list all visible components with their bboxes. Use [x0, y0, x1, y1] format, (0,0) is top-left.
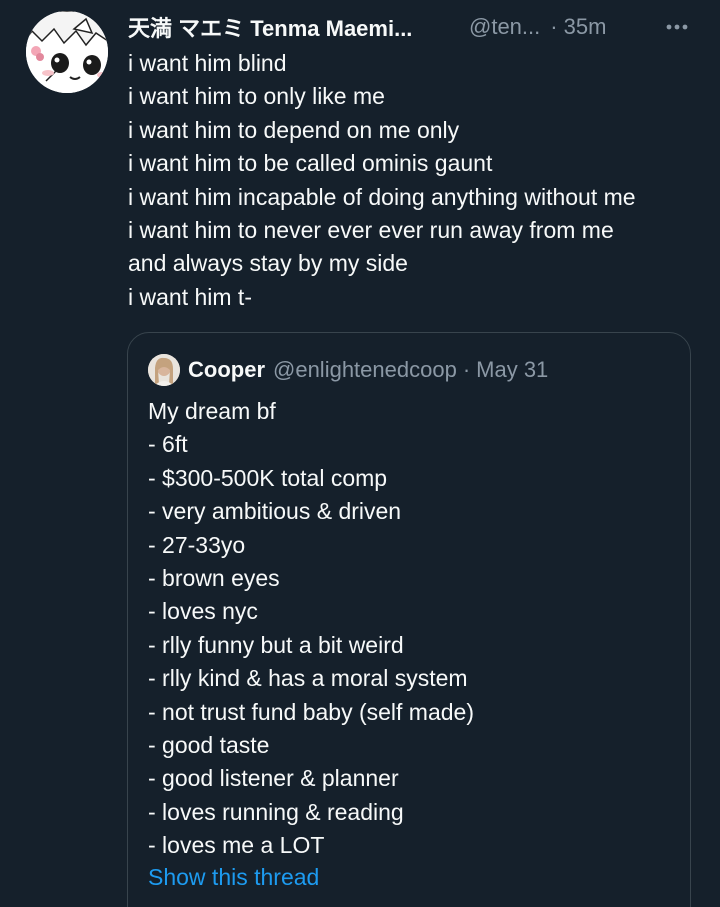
- anime-avatar-illustration: [26, 11, 108, 93]
- quoted-tweet-date[interactable]: May 31: [476, 357, 548, 383]
- quoted-author-avatar[interactable]: [148, 354, 180, 386]
- author-display-name[interactable]: 天満 マエミ Tenma Maemi...: [128, 11, 441, 43]
- more-options-button[interactable]: [660, 11, 694, 43]
- tweet-line: i want him t-: [128, 283, 252, 310]
- quote-line: - very ambitious & driven: [148, 498, 402, 525]
- quote-line: - loves nyc: [148, 598, 258, 625]
- separator-dot: ·: [462, 357, 471, 382]
- quote-line: - rlly funny but a bit weird: [148, 631, 404, 658]
- tweet-line: i want him to never ever ever run away f…: [128, 217, 614, 244]
- author-avatar[interactable]: [26, 11, 108, 93]
- tweet-header: 天満 マエミ Tenma Maemi... @ten... · 35m: [128, 11, 694, 43]
- photo-avatar: [148, 354, 180, 386]
- tweet-line: i want him blind: [128, 50, 287, 76]
- tweet-line: i want him to only like me: [128, 83, 385, 110]
- tweet-line: i want him to be called ominis gaunt: [128, 150, 493, 177]
- more-horizontal-icon: [666, 24, 688, 30]
- quoted-author-handle[interactable]: @enlightenedcoop: [273, 357, 457, 383]
- quote-line: - 6ft: [148, 431, 188, 458]
- quote-line: My dream bf: [148, 398, 276, 424]
- quote-line: - good taste: [148, 732, 270, 759]
- quoted-author-name[interactable]: Cooper: [188, 357, 265, 383]
- quoted-tweet-card[interactable]: Cooper @enlightenedcoop · May 31 My drea…: [127, 332, 691, 907]
- quoted-tweet-text: My dream bf - 6ft - $300-500K total comp…: [148, 395, 668, 863]
- quote-line: - not trust fund baby (self made): [148, 698, 474, 725]
- quote-line: - loves me a LOT: [148, 832, 325, 859]
- show-thread-link[interactable]: Show this thread: [148, 864, 319, 891]
- quoted-tweet-header: Cooper @enlightenedcoop · May 31: [148, 353, 548, 387]
- quote-line: - $300-500K total comp: [148, 464, 388, 491]
- quote-line: - brown eyes: [148, 565, 280, 592]
- tweet-line: and always stay by my side: [128, 250, 408, 277]
- tweet-line: i want him to depend on me only: [128, 116, 460, 143]
- author-handle[interactable]: @ten...: [469, 14, 540, 40]
- tweet-text: i want him blind i want him to only like…: [128, 47, 708, 314]
- quote-line: - loves running & reading: [148, 798, 404, 825]
- tweet-timestamp[interactable]: 35m: [564, 14, 607, 40]
- quote-line: - 27-33yo: [148, 531, 246, 558]
- tweet[interactable]: 天満 マエミ Tenma Maemi... @ten... · 35m i wa…: [0, 0, 720, 907]
- tweet-line: i want him incapable of doing anything w…: [128, 183, 636, 210]
- quote-line: - rlly kind & has a moral system: [148, 665, 468, 692]
- quote-line: - good listener & planner: [148, 765, 399, 792]
- separator-dot: ·: [550, 14, 558, 39]
